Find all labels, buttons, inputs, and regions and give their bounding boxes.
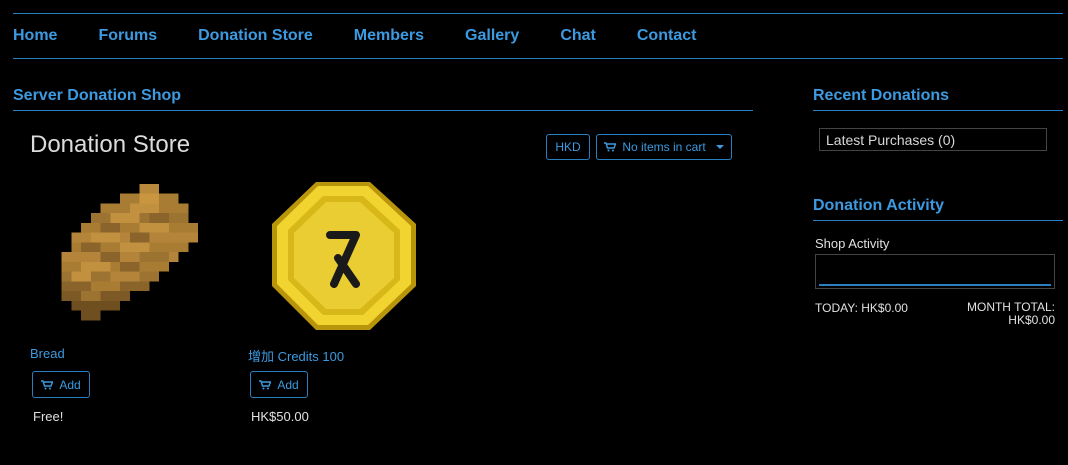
nav-donation-store[interactable]: Donation Store (198, 27, 313, 45)
credits-coin-icon[interactable] (268, 180, 418, 332)
add-label: Add (59, 377, 81, 392)
credits-price: HK$50.00 (251, 409, 309, 424)
shop-section-title: Server Donation Shop (13, 87, 753, 111)
main-nav: Home Forums Donation Store Members Galle… (13, 13, 1063, 59)
add-label: Add (277, 377, 299, 392)
activity-bar (819, 284, 1051, 286)
currency-button[interactable]: HKD (546, 134, 590, 160)
nav-contact[interactable]: Contact (637, 27, 697, 45)
shop-activity-chart (815, 254, 1055, 289)
bread-price: Free! (33, 409, 64, 424)
currency-label: HKD (555, 140, 581, 154)
store-heading: Donation Store (30, 131, 191, 158)
month-total-value: HK$0.00 (1008, 313, 1055, 327)
caret-down-icon (715, 145, 724, 149)
latest-purchases-label: Latest Purchases (0) (826, 131, 956, 148)
month-total: MONTH TOTAL: HK$0.00 (960, 301, 1055, 327)
today-total: TODAY: HK$0.00 (815, 301, 908, 315)
cart-icon (604, 142, 617, 152)
cart-dropdown-button[interactable]: No items in cart (596, 134, 732, 160)
recent-donations-title: Recent Donations (813, 87, 1063, 111)
cart-icon (259, 379, 272, 389)
cart-icon (41, 379, 54, 389)
bread-add-button[interactable]: Add (32, 371, 90, 398)
nav-members[interactable]: Members (354, 27, 424, 45)
nav-home[interactable]: Home (13, 27, 57, 45)
shop-activity-label: Shop Activity (815, 236, 890, 251)
nav-chat[interactable]: Chat (560, 27, 596, 45)
bread-icon[interactable] (50, 184, 200, 330)
donation-activity-title: Donation Activity (813, 197, 1063, 221)
credits-add-button[interactable]: Add (250, 371, 308, 398)
nav-forums[interactable]: Forums (98, 27, 157, 45)
nav-gallery[interactable]: Gallery (465, 27, 519, 45)
cart-label: No items in cart (622, 140, 706, 154)
credits-product-name[interactable]: 增加 Credits 100 (248, 346, 344, 365)
bread-product-name[interactable]: Bread (30, 346, 65, 361)
latest-purchases-box[interactable]: Latest Purchases (0) (819, 128, 1047, 151)
